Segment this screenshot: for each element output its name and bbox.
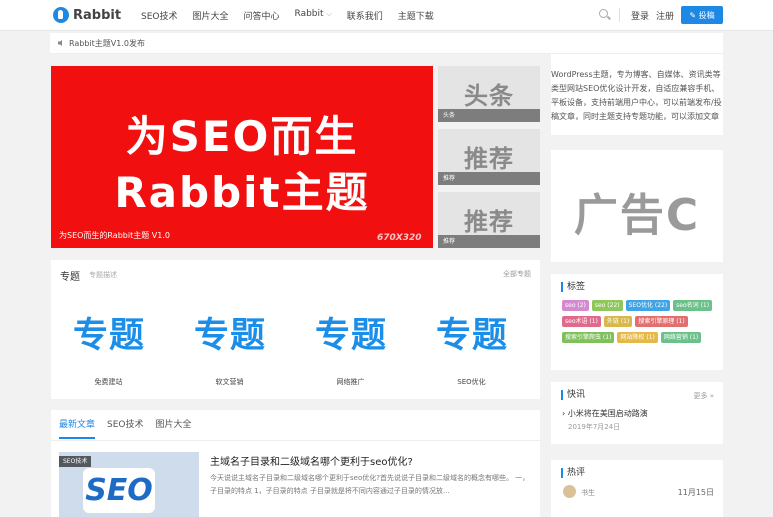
notice-text[interactable]: Rabbit主题V1.0发布 — [69, 38, 145, 49]
topic-name[interactable]: 软文营销 — [172, 377, 287, 387]
thumb-label: 头条 — [438, 109, 540, 122]
hot-comments-panel: 热评 书生 11月15日 — [551, 460, 723, 517]
news-panel: 快讯 更多 » › 小米将在美国启动路演 2019年7月24日 — [551, 382, 723, 444]
tag-item[interactable]: seo (22) — [591, 300, 623, 311]
rabbit-logo-icon — [53, 7, 69, 23]
tab-images[interactable]: 图片大全 — [156, 417, 192, 439]
featured-slider[interactable]: 为SEO而生 Rabbit主题 为SEO而生的Rabbit主题 V1.0 670… — [51, 66, 433, 248]
login-link[interactable]: 登录 — [631, 9, 649, 22]
thumb-big-text: 头条 — [464, 82, 514, 110]
thumb-big-text: 推荐 — [464, 145, 514, 173]
news-item[interactable]: › 小米将在美国启动路演 — [562, 408, 648, 419]
nav-item-qa[interactable]: 问答中心 — [244, 9, 280, 22]
slider-size-label: 670X320 — [377, 233, 422, 243]
tag-item[interactable]: seo (2) — [562, 300, 589, 311]
slider-headline-1: 为SEO而生 — [125, 112, 359, 161]
nav-item-download[interactable]: 主题下载 — [398, 9, 434, 22]
ad-text: 广告C — [573, 190, 701, 241]
topics-title: 专题 — [60, 272, 80, 283]
slider-headline-2: Rabbit主题 — [114, 168, 370, 217]
nav-item-rabbit[interactable]: Rabbit ⌵ — [295, 9, 332, 22]
nav-item-rabbit-label: Rabbit — [294, 9, 324, 19]
topic-name[interactable]: SEO优化 — [414, 377, 529, 387]
main-nav: SEO技术 图片大全 问答中心 Rabbit ⌵ 联系我们 主题下载 — [141, 9, 449, 22]
hot-title: 热评 — [561, 468, 585, 478]
news-date: 2019年7月24日 — [568, 423, 621, 431]
speaker-icon — [58, 40, 62, 46]
intro-line: 平板设备，支持前端用户中心，可以前端发布/投 — [551, 98, 722, 107]
news-item-text: 小米将在美国启动路演 — [567, 409, 648, 418]
site-intro-panel: WordPress主题，专为博客、自媒体、资讯类等 类型网站SEO优化设计开发，… — [551, 54, 723, 135]
intro-line: 稿文章，同时主题支持专题功能，可以添加文章 — [551, 112, 719, 121]
logo-text: Rabbit — [73, 7, 122, 23]
topic-card[interactable]: 专题 软文营销 — [172, 297, 292, 386]
comment-date: 11月15日 — [677, 488, 714, 497]
search-icon[interactable] — [599, 9, 608, 18]
topic-name[interactable]: 网络推广 — [293, 377, 408, 387]
intro-text: WordPress主题，专为博客、自媒体、资讯类等 类型网站SEO优化设计开发，… — [551, 68, 723, 124]
tab-latest[interactable]: 最新文章 — [59, 417, 96, 439]
thumb-label: 推荐 — [438, 235, 540, 248]
topics-section: 专题 专题描述 全部专题 专题 免费建站 专题 软文营销 专题 网络推广 专题 … — [51, 260, 540, 399]
article-title[interactable]: 主域名子目录和二级域名哪个更利于seo优化? — [210, 453, 413, 468]
topic-card[interactable]: 专题 免费建站 — [51, 297, 171, 386]
register-link[interactable]: 注册 — [656, 9, 674, 22]
tags-title: 标签 — [561, 282, 585, 292]
article-tabs: 最新文章 SEO技术 图片大全 — [59, 417, 204, 439]
nav-item-seo[interactable]: SEO技术 — [141, 9, 177, 22]
tag-item[interactable]: seo名词 (1) — [673, 300, 713, 311]
news-title: 快讯 — [561, 390, 585, 400]
tag-item[interactable]: 网站降权 (1) — [617, 332, 658, 343]
topic-image: 专题 — [424, 301, 520, 363]
intro-line: WordPress主题，专为博客、自媒体、资讯类等 — [551, 70, 721, 79]
news-more-link[interactable]: 更多 » — [693, 391, 714, 401]
article-excerpt: 今天说说主域名子目录和二级域名哪个更利于seo优化?首先说说子目录和二级域名的概… — [210, 474, 530, 495]
topics-subtitle: 专题描述 — [89, 271, 117, 279]
tag-item[interactable]: seo术语 (1) — [562, 316, 601, 327]
tag-item[interactable]: 网络营销 (1) — [660, 332, 702, 343]
topic-name[interactable]: 免费建站 — [51, 377, 166, 387]
header-divider — [619, 8, 620, 22]
thumb-recommend-2[interactable]: 推荐 推荐 — [438, 192, 540, 248]
category-badge[interactable]: SEO技术 — [59, 456, 92, 467]
nav-item-images[interactable]: 图片大全 — [192, 9, 228, 22]
submit-post-button[interactable]: ✎ 投稿 — [681, 6, 723, 24]
intro-line: 类型网站SEO优化设计开发，自适应兼容手机、 — [551, 84, 720, 93]
topic-card[interactable]: 专题 网络推广 — [293, 297, 413, 386]
topic-card[interactable]: 专题 SEO优化 — [414, 297, 534, 386]
article-thumbnail-text: SEO — [83, 468, 155, 513]
tag-item[interactable]: 搜索引擎爬虫 (1) — [562, 332, 615, 343]
thumb-big-text: 推荐 — [464, 208, 514, 236]
nav-item-contact[interactable]: 联系我们 — [347, 9, 383, 22]
topic-image: 专题 — [61, 301, 157, 363]
thumb-label: 推荐 — [438, 172, 540, 185]
avatar[interactable] — [563, 485, 576, 498]
top-header: Rabbit SEO技术 图片大全 问答中心 Rabbit ⌵ 联系我们 主题下… — [0, 0, 773, 31]
tag-item[interactable]: 搜索引擎原理 (1) — [635, 316, 688, 327]
tags-panel: 标签 seo (2) seo (22) SEO优化 (22) seo名词 (1) seo… — [551, 274, 723, 370]
site-logo[interactable]: Rabbit — [53, 6, 121, 24]
thumb-headline[interactable]: 头条 头条 — [438, 66, 540, 122]
tag-item[interactable]: 外链 (1) — [603, 316, 633, 327]
chevron-down-icon: ⌵ — [326, 10, 332, 18]
articles-section: 最新文章 SEO技术 图片大全 SEO SEO技术 主域名子目录和二级域名哪个更… — [51, 410, 540, 517]
topic-image: 专题 — [182, 301, 278, 363]
ad-banner[interactable]: 广告C — [551, 150, 723, 262]
tabs-divider — [51, 440, 540, 441]
commenter-name[interactable]: 书生 — [581, 488, 595, 498]
slider-caption[interactable]: 为SEO而生的Rabbit主题 V1.0 — [59, 230, 170, 241]
topic-image: 专题 — [303, 301, 399, 363]
tag-cloud: seo (2) seo (22) SEO优化 (22) seo名词 (1) seo术语 … — [562, 300, 717, 348]
thumb-recommend-1[interactable]: 推荐 推荐 — [438, 129, 540, 185]
tab-seo[interactable]: SEO技术 — [107, 417, 143, 439]
notice-bar: Rabbit主题V1.0发布 — [50, 33, 723, 54]
all-topics-link[interactable]: 全部专题 — [503, 269, 531, 279]
tag-item[interactable]: SEO优化 (22) — [625, 300, 671, 311]
